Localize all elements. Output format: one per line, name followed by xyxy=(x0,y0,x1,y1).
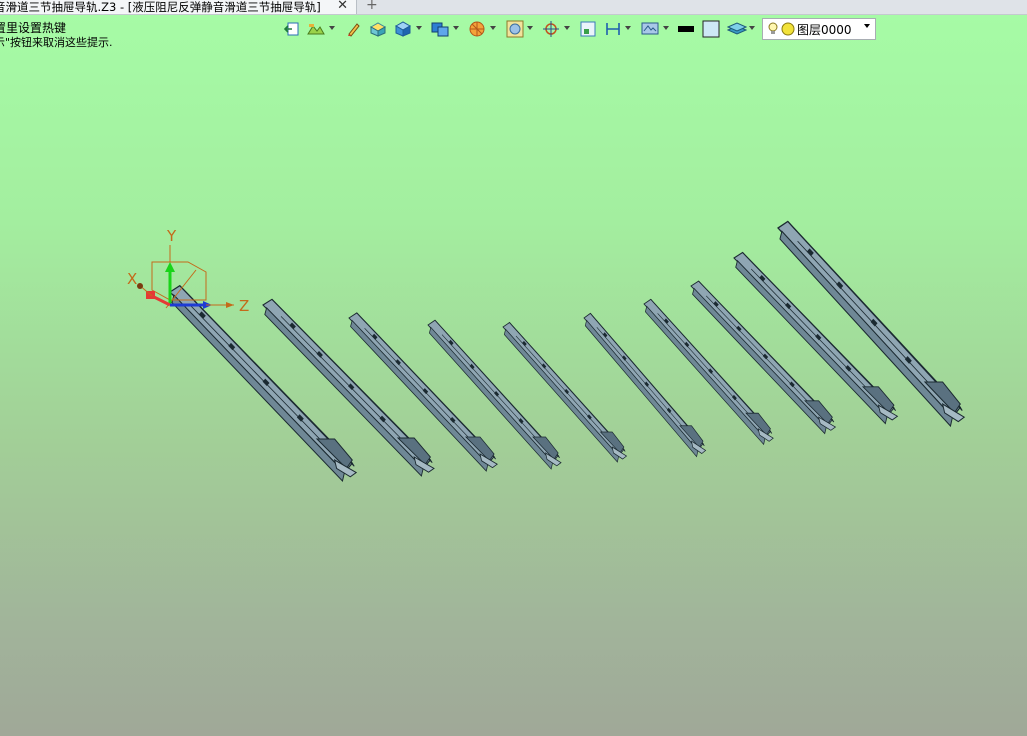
slide-rail-4[interactable] xyxy=(427,319,562,470)
slide-rail-7[interactable] xyxy=(643,298,774,445)
slide-rail-1[interactable] xyxy=(169,285,357,482)
axis-label-x: X xyxy=(127,270,137,288)
slide-rail-8[interactable] xyxy=(690,280,836,435)
axis-label-y: Y xyxy=(166,227,177,245)
axis-label-z: Z xyxy=(239,297,249,315)
model-scene[interactable]: Y X Z xyxy=(0,0,1027,736)
slide-rail-3[interactable] xyxy=(348,312,498,472)
